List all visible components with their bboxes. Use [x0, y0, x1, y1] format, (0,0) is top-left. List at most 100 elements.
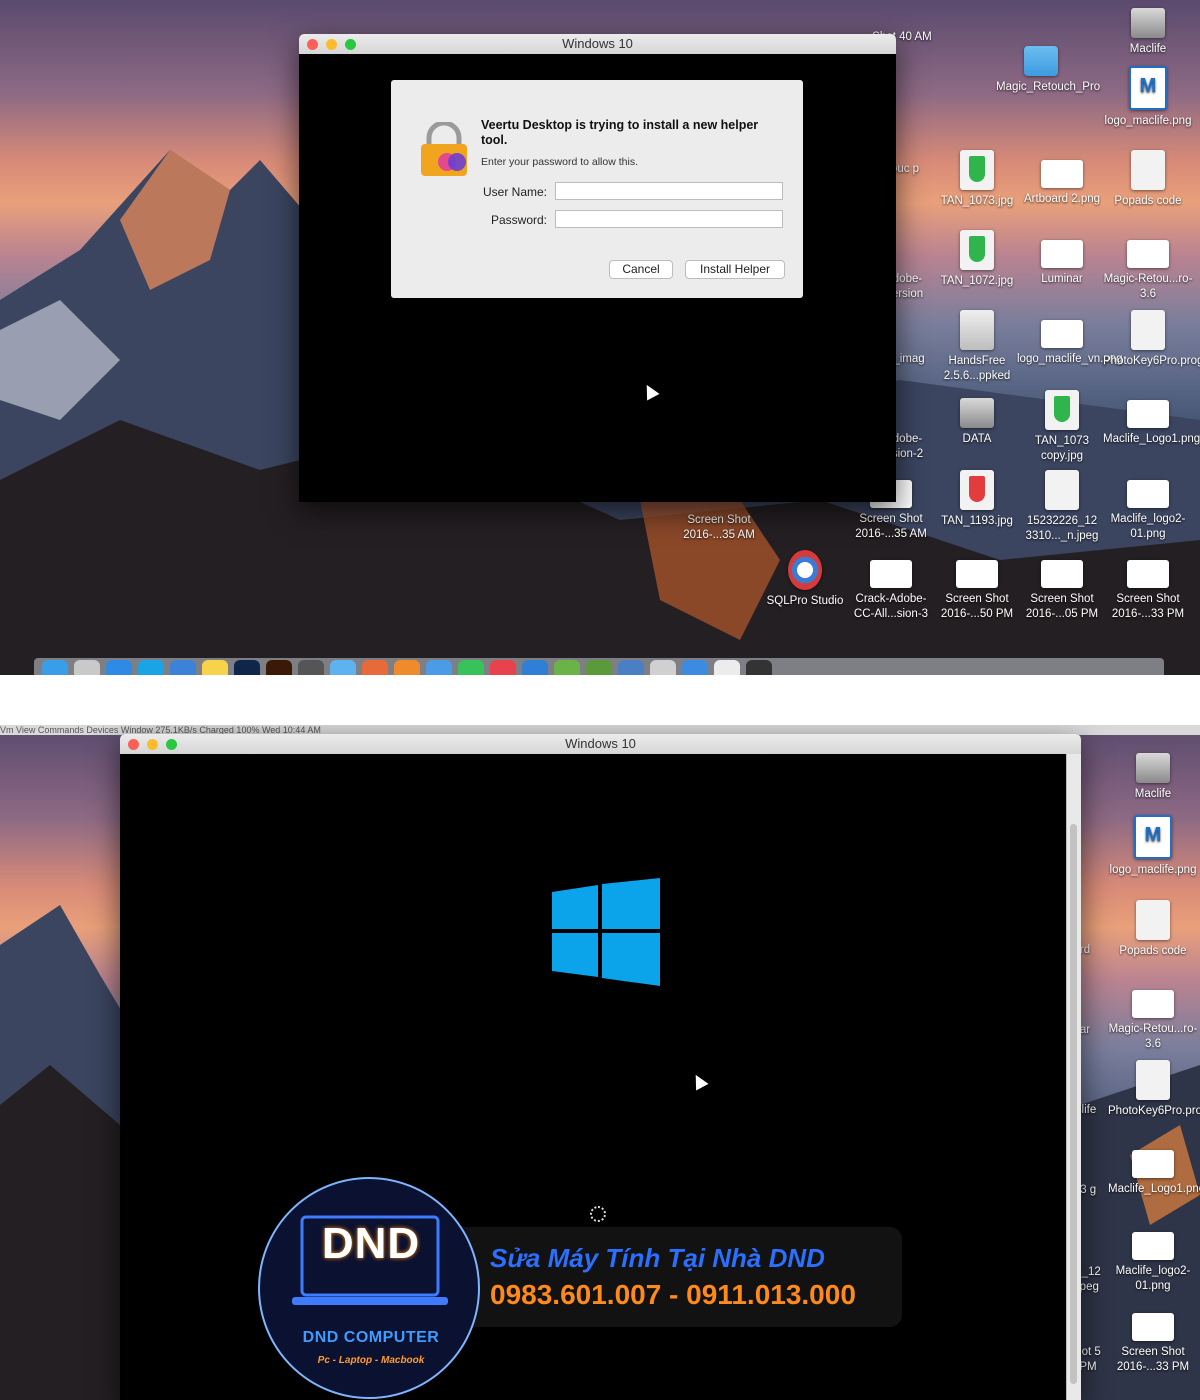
image-icon	[960, 230, 994, 270]
safari-icon[interactable]	[106, 660, 132, 675]
file-icon	[1131, 310, 1165, 350]
desktop-icon[interactable]: Maclife_Logo1.png	[1108, 1140, 1200, 1197]
cancel-button[interactable]: Cancel	[609, 260, 673, 279]
mouse-cursor-icon	[640, 381, 660, 401]
launchpad-icon[interactable]	[74, 660, 100, 675]
desktop-icon[interactable]: Screen Shot 2016-...33 PM	[1103, 550, 1193, 622]
desktop-icon[interactable]: TAN_1073 copy.jpg	[1017, 390, 1107, 464]
screenshot-icon	[1041, 560, 1083, 588]
desktop-icon[interactable]: PhotoKey6Pro.programKey	[1103, 310, 1200, 369]
screenshot-icon	[1127, 560, 1169, 588]
desktop-icon[interactable]: Crack-Adobe-CC-All...sion-3	[846, 550, 936, 622]
desktop-icon[interactable]: Screen Shot 2016-...50 PM	[932, 550, 1022, 622]
folder-icon	[1024, 46, 1058, 76]
minimize-button[interactable]	[147, 739, 158, 750]
desktop-icon[interactable]: Maclife_logo2-01.png	[1103, 470, 1193, 542]
excel-icon[interactable]	[554, 660, 580, 675]
dialog-title: Veertu Desktop is trying to install a ne…	[481, 118, 759, 147]
minimize-button[interactable]	[326, 39, 337, 50]
password-field[interactable]	[555, 210, 783, 228]
desktop-icon[interactable]: Screen Shot 2016-...35 AM	[674, 513, 764, 543]
image-icon	[1129, 66, 1167, 110]
desktop-icon[interactable]: logo_maclife.png	[1103, 66, 1193, 129]
desktop-icon[interactable]: TAN_1072.jpg	[932, 230, 1022, 289]
desktop-icon[interactable]: logo_maclife_vn.png	[1017, 310, 1123, 367]
desktop-icon[interactable]: TAN_1193.jpg	[932, 470, 1022, 529]
desktop-icon[interactable]: HandsFree 2.5.6...ppked	[932, 310, 1022, 384]
desktop-icon[interactable]: Screen Shot 2016-...05 PM	[1017, 550, 1107, 622]
dock	[34, 658, 1164, 675]
dialog-subtitle: Enter your password to allow this.	[481, 156, 638, 168]
window-title: Windows 10	[562, 36, 633, 51]
service-slogan: Sửa Máy Tính Tại Nhà DND	[490, 1243, 825, 1273]
desktop-icon[interactable]: Magic_Retouch_Pro	[996, 38, 1100, 95]
username-field[interactable]	[555, 182, 783, 200]
desktop-icon[interactable]: logo_maclife.png	[1108, 815, 1198, 878]
window-titlebar[interactable]: Windows 10	[299, 34, 896, 54]
phone-numbers: 0983.601.007 - 0911.013.000	[490, 1279, 856, 1310]
window-titlebar[interactable]: Windows 10	[120, 734, 1081, 754]
app-icon[interactable]	[682, 660, 708, 675]
scroll-thumb[interactable]	[1070, 824, 1077, 1384]
username-label: User Name:	[482, 185, 547, 199]
app-icon[interactable]	[618, 660, 644, 675]
desktop-icon[interactable]: 15232226_12 3310..._n.jpeg	[1017, 470, 1107, 544]
xcode-icon[interactable]	[522, 660, 548, 675]
preferences-icon[interactable]	[650, 660, 676, 675]
windows-logo-icon	[552, 878, 660, 986]
file-icon	[1136, 1060, 1170, 1100]
messages-icon[interactable]	[330, 660, 356, 675]
desktop-icon[interactable]: Magic-Retou...ro-3.6	[1103, 230, 1193, 302]
vm-window: Windows 10 Veertu Desktop is trying to i…	[299, 34, 896, 502]
install-helper-button[interactable]: Install Helper	[685, 260, 785, 279]
chrome-icon[interactable]	[362, 660, 388, 675]
desktop-icon[interactable]: Maclife	[1103, 0, 1193, 57]
brand-name: DND COMPUTER	[302, 1329, 440, 1346]
file-icon	[1131, 150, 1165, 190]
document-icon[interactable]	[714, 660, 740, 675]
desktop-icon[interactable]: Popads code	[1108, 900, 1198, 959]
activity-icon[interactable]	[298, 660, 324, 675]
photoshop-icon[interactable]	[234, 660, 260, 675]
app-icon	[788, 550, 822, 590]
desktop-icon[interactable]: Maclife_logo2-01.png	[1108, 1222, 1198, 1294]
app-icon	[960, 310, 994, 350]
screenshot-icon	[1132, 1313, 1174, 1341]
skype-icon[interactable]	[138, 660, 164, 675]
mouse-cursor-icon	[689, 1071, 709, 1091]
desktop-icon[interactable]: Maclife_Logo1.png	[1103, 390, 1200, 447]
firefox-icon[interactable]	[394, 660, 420, 675]
vertical-scrollbar[interactable]	[1066, 754, 1081, 1400]
mail-icon[interactable]	[170, 660, 196, 675]
desktop-icon[interactable]: Magic-Retou...ro-3.6	[1108, 980, 1198, 1052]
desktop-icon[interactable]: Artboard 2.png	[1017, 150, 1107, 207]
zoom-button[interactable]	[166, 739, 177, 750]
close-button[interactable]	[307, 39, 318, 50]
file-icon	[1132, 990, 1174, 1018]
desktop-icon[interactable]: DATA	[932, 390, 1022, 447]
image-icon	[960, 150, 994, 190]
desktop-icon[interactable]: Popads code	[1103, 150, 1193, 209]
image-icon	[1041, 320, 1083, 348]
app-icon[interactable]	[586, 660, 612, 675]
desktop-icon[interactable]: Luminar	[1017, 230, 1107, 287]
image-icon	[1045, 390, 1079, 430]
zoom-button[interactable]	[345, 39, 356, 50]
app-store-icon[interactable]	[426, 660, 452, 675]
desktop-icon[interactable]: PhotoKey6Pro.programKey	[1108, 1060, 1200, 1119]
desktop-icon[interactable]: SQLPro Studio	[760, 550, 850, 609]
trash-icon[interactable]	[746, 660, 772, 675]
image-icon	[1045, 470, 1079, 510]
facetime-icon[interactable]	[458, 660, 484, 675]
desktop-icon[interactable]: TAN_1073.jpg	[932, 150, 1022, 209]
password-label: Password:	[490, 213, 547, 227]
finder-icon[interactable]	[42, 660, 68, 675]
desktop-icon[interactable]: Screen Shot 2016-...33 PM	[1108, 1303, 1198, 1375]
bottom-screenshot: Vm View Commands Devices Window 275.1KB/…	[0, 725, 1200, 1400]
music-icon[interactable]	[490, 660, 516, 675]
window-title: Windows 10	[565, 736, 636, 751]
illustrator-icon[interactable]	[266, 660, 292, 675]
notes-icon[interactable]	[202, 660, 228, 675]
desktop-icon[interactable]: Maclife	[1108, 745, 1198, 802]
close-button[interactable]	[128, 739, 139, 750]
